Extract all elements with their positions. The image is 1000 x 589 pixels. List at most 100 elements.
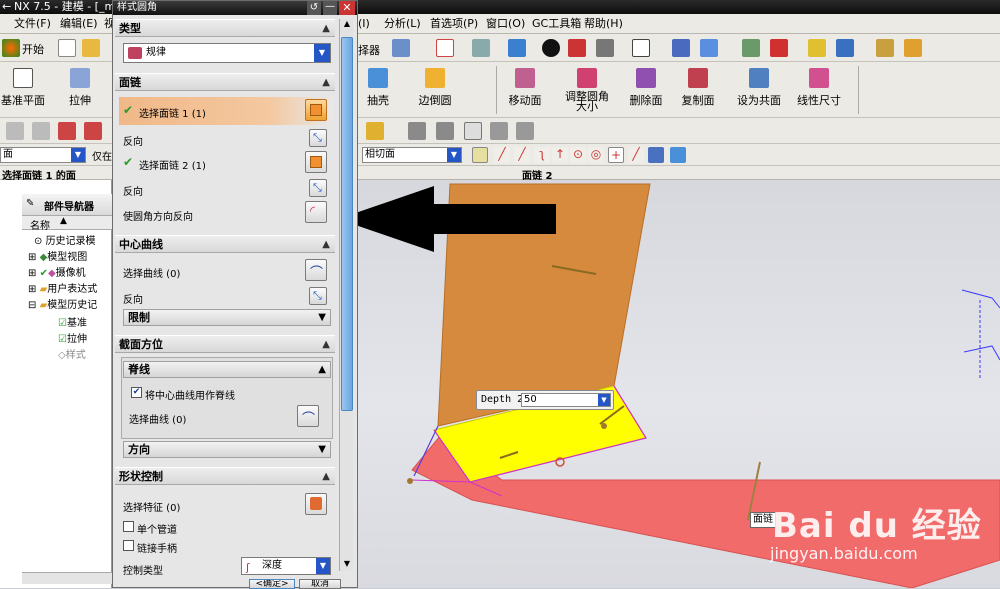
reverse-fillet-button[interactable]: ◜ <box>305 201 327 223</box>
tree-item-extrude[interactable]: ☑拉伸 <box>58 330 87 345</box>
point-on-face-icon[interactable] <box>648 147 664 163</box>
delete-face-button[interactable]: 删除面 <box>624 68 668 108</box>
render-style-icon[interactable] <box>472 39 490 57</box>
tree-item-cameras[interactable]: ⊞ ✔◆摄像机 <box>28 264 86 279</box>
horizontal-scrollbar[interactable] <box>22 572 112 584</box>
shaded-cube-icon[interactable] <box>508 39 526 57</box>
midpoint-icon[interactable]: ╱ <box>514 147 530 163</box>
copy-face-button[interactable]: 复制面 <box>676 68 720 108</box>
menu-help[interactable]: 帮助(H) <box>584 14 623 34</box>
intersection-icon[interactable]: ↑ <box>552 147 568 163</box>
subsection-spine[interactable]: 脊线 ▲ <box>123 361 331 378</box>
close-icon[interactable]: ✕ <box>339 1 355 15</box>
subsection-limits[interactable]: 限制 ▼ <box>123 309 331 326</box>
menu-preferences[interactable]: 首选项(P) <box>430 14 478 34</box>
endpoint-icon[interactable]: ╱ <box>494 147 510 163</box>
select-face-chain-1-button[interactable] <box>305 99 327 121</box>
triangle-icon[interactable] <box>464 122 482 140</box>
extrude-button[interactable]: 拉伸 <box>60 68 100 108</box>
face-chain-1-row[interactable]: ✔ 选择面链 1 (1) <box>119 97 333 125</box>
select-feature-button[interactable] <box>305 493 327 515</box>
depth-field[interactable]: 50 ▼ <box>521 393 611 407</box>
control-point-icon[interactable]: ʅ <box>534 147 550 163</box>
type-filter-dropdown[interactable]: 面 ▼ <box>0 147 86 163</box>
scroll-thumb[interactable] <box>341 37 353 411</box>
layer-visible-icon[interactable] <box>436 122 454 140</box>
snap-point-icon[interactable] <box>472 147 488 163</box>
fillet-curve-icon[interactable] <box>84 122 102 140</box>
layer-icon[interactable] <box>408 122 426 140</box>
select-face-chain-2-button[interactable] <box>305 151 327 173</box>
control-point[interactable] <box>601 423 607 429</box>
select-center-curve-button[interactable]: ⌒ <box>305 259 327 281</box>
wcs-icon[interactable] <box>770 39 788 57</box>
tree-item-model-views[interactable]: ⊞ ◆模型视图 <box>28 248 87 263</box>
linear-dimension-button[interactable]: 线性尺寸 <box>794 68 844 108</box>
snap-icon[interactable] <box>808 39 826 57</box>
move-component-icon[interactable] <box>700 39 718 57</box>
arc-center-icon[interactable]: ⊙ <box>570 147 586 163</box>
minimize-icon[interactable]: — <box>323 1 337 15</box>
datum-plane-button[interactable]: 基准平面 <box>0 68 46 108</box>
sketch-icon[interactable] <box>6 122 24 140</box>
section-center-curve[interactable]: 中心曲线 ▲ <box>115 235 335 253</box>
type-dropdown[interactable]: 规律 ▼ <box>123 43 331 63</box>
orient-view-icon[interactable] <box>672 39 690 57</box>
link-handles-checkbox[interactable] <box>123 540 134 551</box>
section-type[interactable]: 类型 ▲ <box>115 19 335 37</box>
measure-distance-icon[interactable] <box>876 39 894 57</box>
control-point[interactable] <box>407 478 413 484</box>
trim-icon[interactable] <box>58 122 76 140</box>
play-icon[interactable] <box>836 39 854 57</box>
new-file-icon[interactable] <box>58 39 76 57</box>
edge-blend-button[interactable]: 边倒圆 <box>412 68 458 108</box>
shell-button[interactable]: 抽壳 <box>358 68 398 108</box>
menu-analysis[interactable]: 分析(L) <box>384 14 421 34</box>
tree-item-user-expressions[interactable]: ⊞ ▰用户表达式 <box>28 280 97 295</box>
select-spine-curve-button[interactable]: ⌒ <box>297 405 319 427</box>
scroll-up-icon[interactable]: ▲ <box>341 19 353 31</box>
menu-gc-toolbox[interactable]: GC工具箱 <box>532 14 581 34</box>
chevron-down-icon[interactable]: ▼ <box>598 394 610 406</box>
tree-item-datum[interactable]: ☑基准 <box>58 314 87 329</box>
face-rule-dropdown[interactable]: 相切面 ▼ <box>362 147 462 163</box>
dialog-title-bar[interactable]: 样式圆角 ↺ — ✕ <box>113 1 357 15</box>
layer-settings-icon[interactable] <box>742 39 760 57</box>
open-folder-icon[interactable] <box>82 39 100 57</box>
point-on-curve-icon[interactable]: ╱ <box>628 147 644 163</box>
display-mode-icon[interactable] <box>542 39 560 57</box>
start-button[interactable]: 开始 <box>22 41 44 57</box>
make-coplanar-button[interactable]: 设为共面 <box>734 68 784 108</box>
scroll-down-icon[interactable]: ▼ <box>341 559 353 571</box>
single-pipe-checkbox[interactable] <box>123 521 134 532</box>
bounded-grid-icon[interactable] <box>670 147 686 163</box>
tree-item-styled-blend[interactable]: ◇样式 <box>58 346 86 361</box>
resize-blend-button[interactable]: 调整圆角 大小 <box>562 68 612 112</box>
move-face-button[interactable]: 移动面 <box>502 68 548 108</box>
ruler-icon[interactable] <box>904 39 922 57</box>
menu-file[interactable]: 文件(F) <box>14 14 51 34</box>
menu-edit[interactable]: 编辑(E) <box>60 14 98 34</box>
control-type-dropdown[interactable]: ʃ 深度 ▼ <box>241 557 331 575</box>
background-icon[interactable] <box>632 39 650 57</box>
move-to-layer-icon[interactable] <box>490 122 508 140</box>
existing-point-icon[interactable]: + <box>608 147 624 163</box>
copy-to-layer-icon[interactable] <box>516 122 534 140</box>
use-center-as-spine-checkbox[interactable]: ✔ <box>131 387 142 398</box>
reverse-1-button[interactable]: ⤡ <box>309 129 327 147</box>
hide-icon[interactable] <box>596 39 614 57</box>
curve-icon[interactable] <box>32 122 50 140</box>
menu-window[interactable]: 窗口(O) <box>486 14 525 34</box>
reverse-2-button[interactable]: ⤡ <box>309 179 327 197</box>
reset-icon[interactable]: ↺ <box>307 1 321 15</box>
section-face-chain[interactable]: 面链 ▲ <box>115 73 335 91</box>
fit-view-icon[interactable] <box>436 39 454 57</box>
point-icon[interactable] <box>366 122 384 140</box>
section-section-orientation[interactable]: 截面方位 ▲ <box>115 335 335 353</box>
dialog-scrollbar[interactable]: ▲ ▼ <box>339 19 353 571</box>
tree-item-model-history[interactable]: ⊟ ▰模型历史记 <box>28 296 97 311</box>
navigator-column-header[interactable]: 名称 ▲ <box>22 216 112 232</box>
section-shape-control[interactable]: 形状控制 ▲ <box>115 467 335 485</box>
section-view-icon[interactable] <box>568 39 586 57</box>
pin-icon[interactable]: ✎ <box>26 198 34 209</box>
